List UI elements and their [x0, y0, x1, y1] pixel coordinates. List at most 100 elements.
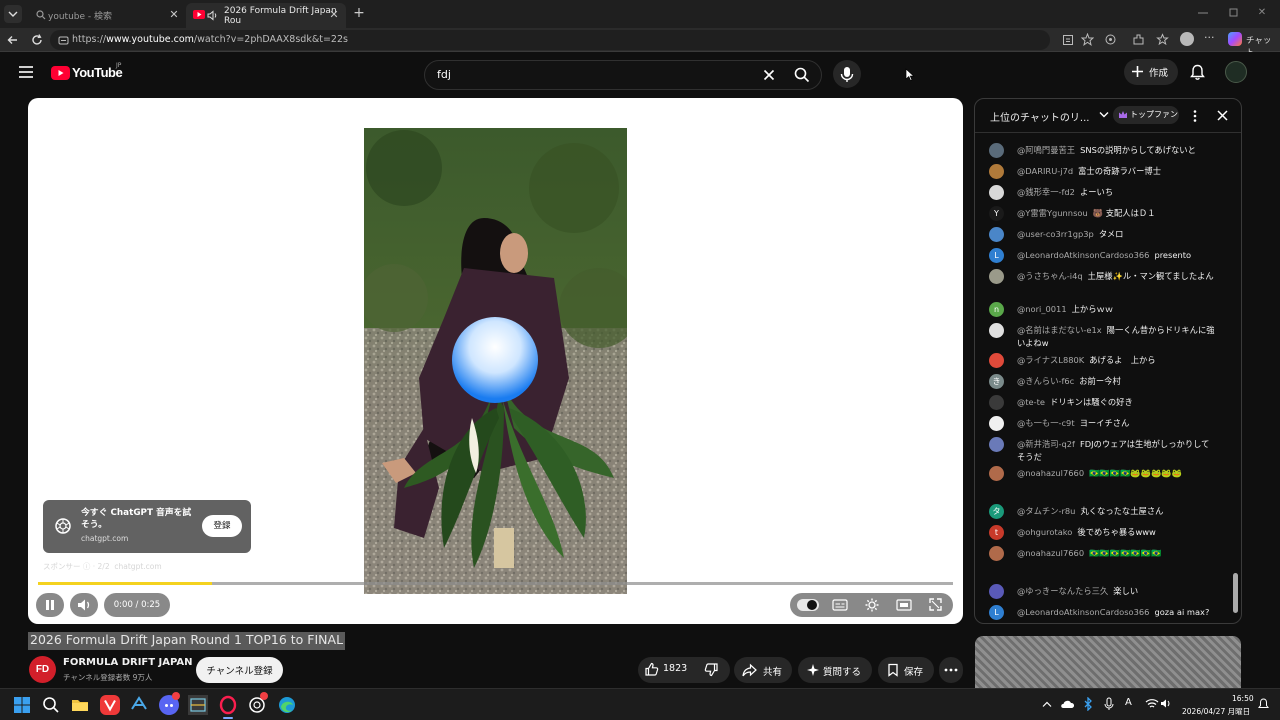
more-actions-button[interactable] — [939, 657, 963, 683]
chat-author[interactable]: @LeonardoAtkinsonCardoso366 — [1017, 250, 1149, 260]
chat-author[interactable]: @新井浩司-q2f — [1017, 439, 1075, 449]
tab-youtube-search[interactable]: youtube - 検索 ✕ — [26, 3, 186, 28]
chat-author[interactable]: @ゆっきーなんたら三久 — [1017, 586, 1108, 596]
chat-avatar[interactable] — [989, 416, 1004, 431]
chat-avatar[interactable] — [989, 164, 1004, 179]
chat-more-icon[interactable] — [1192, 109, 1198, 123]
share-button[interactable]: 共有 — [734, 657, 792, 683]
chat-mode-title[interactable]: 上位のチャットのリ... — [990, 109, 1089, 124]
fullscreen-icon[interactable] — [928, 597, 943, 612]
wifi-icon[interactable] — [1145, 698, 1159, 709]
top-fan-badge[interactable]: トップファン — [1113, 106, 1179, 124]
discord-icon[interactable] — [159, 692, 180, 715]
tab-list-button[interactable] — [4, 5, 22, 23]
recommendation-thumbnail[interactable] — [975, 636, 1241, 688]
notification-center-icon[interactable] — [1258, 698, 1269, 710]
window-close-button[interactable]: ✕ — [1256, 7, 1268, 19]
chat-author[interactable]: @nori_0011 — [1017, 304, 1067, 314]
ime-indicator[interactable]: A — [1125, 697, 1132, 708]
maximize-button[interactable] — [1228, 8, 1240, 18]
speaker-icon[interactable] — [207, 10, 218, 21]
ad-overlay[interactable]: 今すぐ ChatGPT 音声を試そう。 chatgpt.com 登録 — [43, 500, 251, 553]
chat-avatar[interactable] — [989, 353, 1004, 368]
tab-close-icon[interactable]: ✕ — [168, 9, 180, 21]
dislike-button[interactable] — [704, 662, 719, 677]
chat-avatar[interactable]: き — [989, 374, 1004, 389]
youtube-logo[interactable]: YouTube JP — [51, 62, 131, 84]
subscribe-button[interactable]: チャンネル登録 — [196, 657, 283, 683]
chevron-down-icon[interactable] — [1099, 111, 1109, 119]
chat-author[interactable]: @名前はまだない-e1x — [1017, 325, 1102, 335]
video-player[interactable]: 今すぐ ChatGPT 音声を試そう。 chatgpt.com 登録 スポンサー… — [28, 98, 963, 624]
progress-bar[interactable] — [38, 582, 953, 585]
more-menu-icon[interactable]: ··· — [1204, 31, 1215, 44]
minimize-button[interactable] — [1196, 8, 1210, 18]
capcut-icon[interactable] — [188, 695, 208, 715]
chat-author[interactable]: @LeonardoAtkinsonCardoso366 — [1017, 607, 1149, 617]
chat-author[interactable]: @銭形幸一-fd2 — [1017, 187, 1075, 197]
chat-author[interactable]: @ライナスL880K — [1017, 355, 1084, 365]
favorite-star-icon[interactable] — [1081, 33, 1094, 46]
collections-icon[interactable] — [1156, 33, 1169, 46]
settings-gear-icon[interactable] — [864, 597, 880, 613]
site-info-icon[interactable] — [58, 35, 69, 46]
copilot-chat-button[interactable]: チャット — [1228, 31, 1276, 58]
taskbar-search-icon[interactable] — [41, 695, 61, 715]
chat-author[interactable]: @タムチン-r8u — [1017, 506, 1075, 516]
miniplayer-icon[interactable] — [896, 598, 912, 612]
chat-avatar[interactable]: t — [989, 525, 1004, 540]
chat-avatar[interactable] — [989, 185, 1004, 200]
account-avatar[interactable] — [1225, 61, 1247, 83]
bluetooth-icon[interactable] — [1084, 697, 1093, 711]
channel-name[interactable]: FORMULA DRIFT JAPAN — [63, 657, 193, 668]
guide-menu-button[interactable] — [18, 65, 34, 79]
profile-avatar[interactable] — [1180, 32, 1194, 46]
chat-author[interactable]: @user-co3rr1gp3p — [1017, 229, 1094, 239]
chat-scrollbar[interactable] — [1233, 573, 1238, 613]
volume-button[interactable] — [70, 593, 98, 617]
chatgpt-app-icon[interactable] — [247, 692, 268, 715]
new-tab-button[interactable]: + — [352, 6, 366, 20]
back-button[interactable] — [5, 32, 21, 48]
onedrive-icon[interactable] — [1060, 699, 1074, 709]
chat-author[interactable]: @te-te — [1017, 397, 1045, 407]
chat-avatar[interactable]: L — [989, 248, 1004, 263]
reload-button[interactable] — [29, 32, 45, 48]
video-frame[interactable] — [364, 128, 627, 594]
chat-author[interactable]: @も一も一-c9t — [1017, 418, 1075, 428]
tray-chevron-up-icon[interactable] — [1042, 700, 1052, 708]
chat-avatar[interactable]: Y — [989, 206, 1004, 221]
chat-avatar[interactable] — [989, 546, 1004, 561]
clear-search-icon[interactable] — [763, 69, 775, 81]
chat-author[interactable]: @DARIRU-j7d — [1017, 166, 1073, 176]
chat-close-icon[interactable] — [1217, 110, 1228, 121]
tab-formula-drift[interactable]: 2026 Formula Drift Japan Rou ✕ — [186, 3, 346, 28]
chat-author[interactable]: @きんらい-f6c — [1017, 376, 1074, 386]
refresh-extension-icon[interactable] — [1104, 33, 1117, 46]
edge-icon[interactable] — [277, 695, 297, 715]
search-input[interactable]: fdj — [424, 60, 822, 90]
autoplay-toggle[interactable] — [797, 599, 819, 611]
chat-avatar[interactable]: n — [989, 302, 1004, 317]
pause-button[interactable] — [36, 593, 64, 617]
chat-author[interactable]: @Y雷雷Ygunnsou — [1017, 208, 1088, 218]
chat-author[interactable]: @阿鳴門曼苦王 — [1017, 145, 1075, 155]
mic-tray-icon[interactable] — [1104, 697, 1114, 711]
chat-avatar[interactable] — [989, 466, 1004, 481]
chat-avatar[interactable] — [989, 323, 1004, 338]
chat-author[interactable]: @ohgurotako — [1017, 527, 1072, 537]
subtitles-icon[interactable] — [832, 598, 848, 612]
chat-author[interactable]: @noahazul7660 — [1017, 468, 1084, 478]
clock-date[interactable]: 2026/04/27 月曜日 — [1182, 706, 1250, 717]
ask-button[interactable]: 質問する — [798, 657, 872, 683]
chat-avatar[interactable]: L — [989, 605, 1004, 620]
clock-time[interactable]: 16:50 — [1232, 694, 1254, 703]
chat-author[interactable]: @うさちゃん-i4q — [1017, 271, 1083, 281]
chat-avatar[interactable] — [989, 143, 1004, 158]
channel-avatar[interactable]: FD — [29, 656, 56, 683]
steam-icon[interactable] — [129, 695, 149, 715]
like-button[interactable]: 1823 — [644, 661, 694, 679]
file-explorer-icon[interactable] — [70, 695, 90, 715]
tab-close-icon[interactable]: ✕ — [328, 9, 340, 21]
url-text[interactable]: https://www.youtube.com/watch?v=2phDAAX8… — [72, 34, 348, 45]
